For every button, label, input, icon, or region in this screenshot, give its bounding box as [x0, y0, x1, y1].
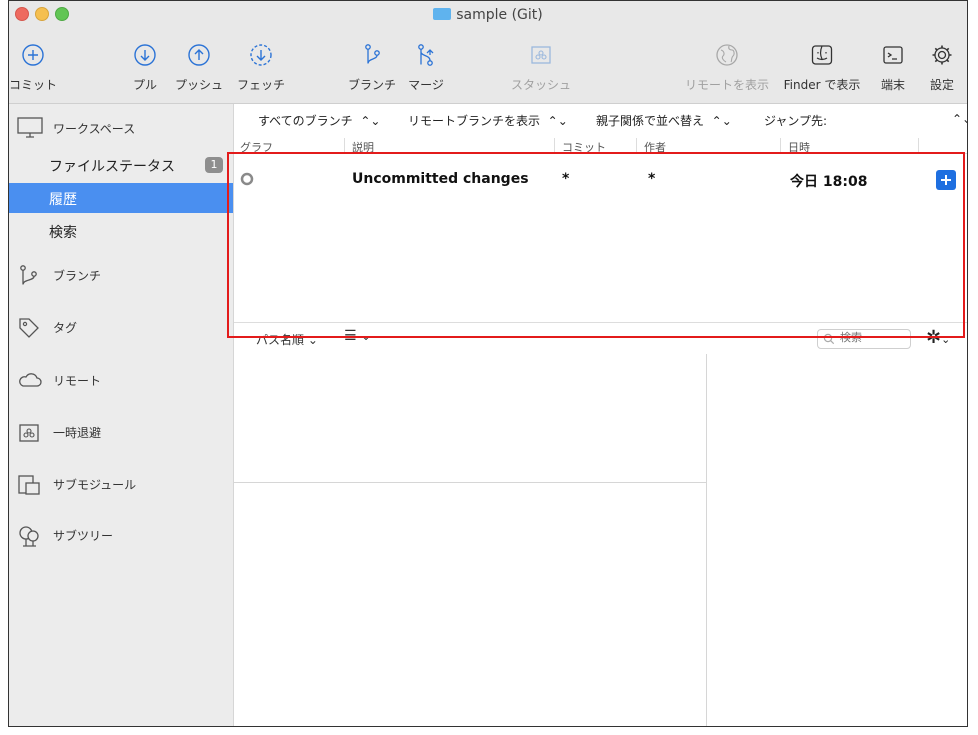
list-icon: ☰: [344, 328, 357, 344]
all-branches-dropdown[interactable]: すべてのブランチ ⌃⌄: [258, 112, 380, 129]
sidebar-item-tags[interactable]: タグ: [9, 312, 233, 342]
sidebar-item-remotes[interactable]: リモート: [9, 365, 233, 395]
branch-icon: [20, 265, 37, 285]
push-button[interactable]: プッシュ: [171, 43, 227, 97]
app-window: sample (Git) コミット プル プッシュ フェッチ ブランチ マージ: [8, 0, 968, 727]
gear-menu-icon[interactable]: ✲⌄: [926, 327, 950, 348]
stash-button[interactable]: スタッシュ: [505, 43, 577, 97]
updown-chevron-icon[interactable]: ⌃⌄: [952, 112, 967, 126]
submodule-icon: [18, 475, 40, 495]
chevron-down-icon: ⌄: [307, 333, 318, 347]
titlebar: sample (Git) コミット プル プッシュ フェッチ ブランチ マージ: [9, 1, 967, 104]
commit-description: Uncommitted changes: [352, 171, 529, 187]
globe-icon: [716, 44, 738, 66]
search-icon: [823, 333, 835, 345]
sidebar-item-workspace[interactable]: ワークスペース: [9, 113, 233, 143]
plus-circle-icon: [22, 44, 44, 66]
list-view-dropdown[interactable]: ☰ ⌄: [344, 328, 371, 344]
merge-button[interactable]: マージ: [404, 43, 448, 97]
commit-button[interactable]: コミット: [9, 43, 57, 97]
sort-order-dropdown[interactable]: 親子関係で並べ替え ⌃⌄: [596, 112, 732, 129]
sidebar-item-stashes[interactable]: 一時退避: [9, 417, 233, 447]
sort-by-path-dropdown[interactable]: パス名順 ⌄: [256, 331, 318, 348]
tag-icon: [19, 318, 39, 338]
sidebar-item-file-status[interactable]: ファイルステータス 1: [9, 150, 233, 180]
search-input[interactable]: [840, 331, 906, 345]
jump-to-dropdown[interactable]: ジャンプ先:: [764, 112, 827, 129]
commit-table-header: グラフ 説明 コミット 作者 日時: [234, 135, 967, 155]
fetch-dashed-circle-icon: [250, 44, 272, 66]
arrow-down-circle-icon: [134, 44, 156, 66]
sidebar: ワークスペース ファイルステータス 1 履歴 検索 ブランチ タグ リモート 一…: [9, 104, 234, 726]
file-status-count-badge: 1: [205, 157, 223, 173]
table-row[interactable]: Uncommitted changes * * 今日 18:08: [234, 166, 967, 192]
history-filter-bar: すべてのブランチ ⌃⌄ リモートブランチを表示 ⌃⌄ 親子関係で並べ替え ⌃⌄ …: [234, 104, 967, 134]
sidebar-item-search[interactable]: 検索: [9, 216, 233, 246]
pull-button[interactable]: プル: [125, 43, 165, 97]
stash-box-icon: [531, 46, 551, 64]
branch-button[interactable]: ブランチ: [345, 43, 399, 97]
updown-chevron-icon: ⌃⌄: [547, 114, 568, 128]
commit-author: *: [648, 171, 656, 187]
terminal-button[interactable]: 端末: [875, 43, 911, 97]
column-description[interactable]: 説明: [352, 139, 374, 155]
show-remote-button[interactable]: リモートを表示: [679, 43, 775, 97]
column-date[interactable]: 日時: [788, 139, 810, 155]
diff-pane: [707, 354, 967, 726]
column-commit[interactable]: コミット: [562, 139, 606, 155]
subtree-icon: [19, 526, 39, 547]
sidebar-item-subtrees[interactable]: サブツリー: [9, 520, 233, 550]
branch-icon: [365, 44, 380, 64]
updown-chevron-icon: ⌃⌄: [360, 114, 381, 128]
cloud-icon: [19, 373, 42, 387]
window-title: sample (Git): [9, 7, 967, 23]
file-list-pane: [234, 354, 707, 726]
file-search-field[interactable]: [817, 329, 911, 349]
commit-date: 今日 18:08: [790, 174, 868, 190]
sidebar-item-branches[interactable]: ブランチ: [9, 260, 233, 290]
terminal-icon: [883, 46, 903, 64]
finder-icon: [811, 45, 833, 65]
pane-divider: [234, 482, 706, 483]
column-graph[interactable]: グラフ: [240, 139, 273, 155]
file-list-toolbar: パス名順 ⌄ ☰ ⌄ ✲⌄: [234, 322, 967, 353]
history-panel: すべてのブランチ ⌃⌄ リモートブランチを表示 ⌃⌄ 親子関係で並べ替え ⌃⌄ …: [234, 104, 967, 726]
gear-icon: [932, 45, 952, 65]
merge-icon: [418, 44, 434, 66]
stash-box-icon: [19, 424, 39, 442]
column-author[interactable]: 作者: [644, 139, 666, 155]
folder-icon: [433, 8, 452, 20]
commit-node-icon: [240, 172, 254, 186]
sidebar-item-history[interactable]: 履歴: [9, 183, 233, 213]
monitor-icon: [17, 117, 43, 138]
updown-chevron-icon: ⌃⌄: [711, 114, 732, 128]
fetch-button[interactable]: フェッチ: [233, 43, 289, 97]
remote-branches-dropdown[interactable]: リモートブランチを表示 ⌃⌄: [408, 112, 568, 129]
show-in-finder-button[interactable]: Finder で表示: [777, 43, 867, 97]
add-plus-icon[interactable]: [936, 170, 956, 190]
settings-button[interactable]: 設定: [925, 43, 959, 97]
sidebar-item-submodules[interactable]: サブモジュール: [9, 469, 233, 499]
arrow-up-circle-icon: [188, 44, 210, 66]
commit-hash: *: [562, 171, 570, 187]
chevron-down-icon: ⌄: [361, 329, 372, 343]
